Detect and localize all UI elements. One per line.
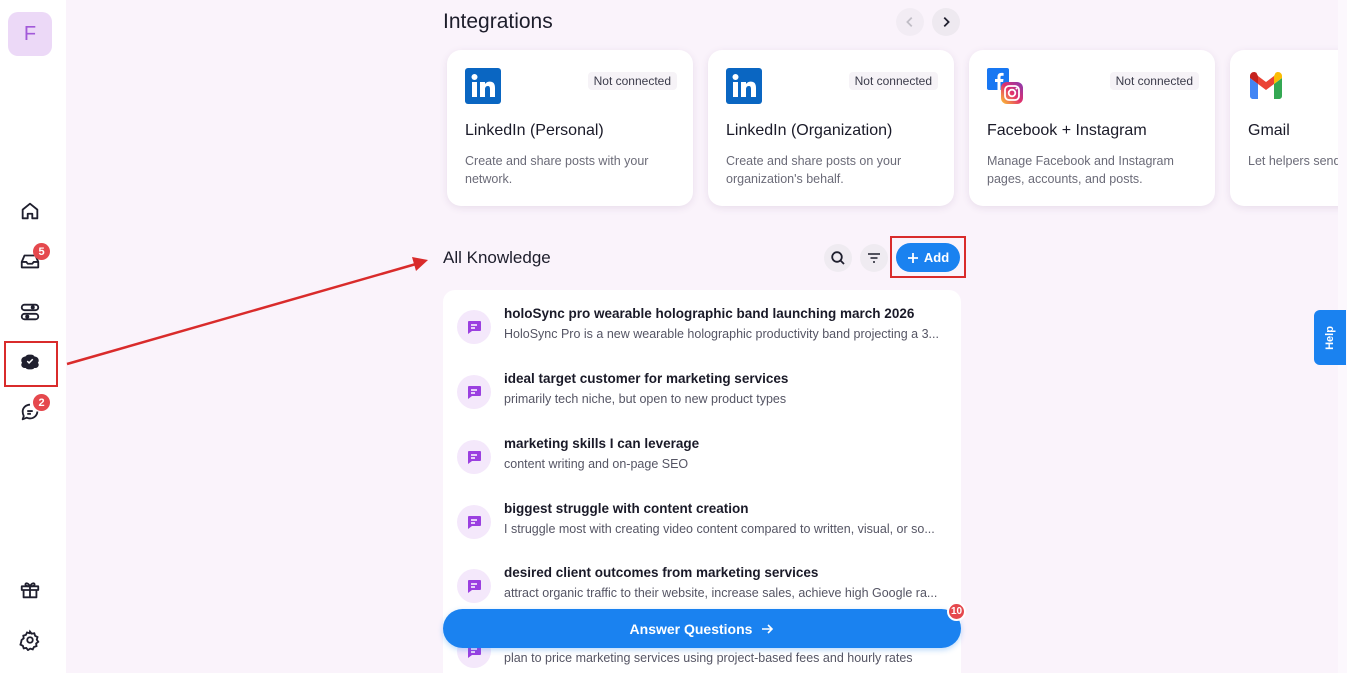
card-description: Manage Facebook and Instagram pages, acc… xyxy=(987,154,1174,186)
knowledge-item-icon xyxy=(457,375,491,409)
filter-button[interactable] xyxy=(860,244,888,272)
nav-gift[interactable] xyxy=(10,570,50,610)
integration-card-gmail[interactable]: Gmail Let helpers send inbox. xyxy=(1230,50,1338,206)
card-title: LinkedIn (Personal) xyxy=(465,122,604,139)
nav-workflows[interactable] xyxy=(10,292,50,332)
message-icon xyxy=(468,321,481,334)
knowledge-item-icon xyxy=(457,310,491,344)
item-title: holoSync pro wearable holographic band l… xyxy=(504,306,915,321)
message-icon xyxy=(468,451,481,464)
item-title: marketing skills I can leverage xyxy=(504,436,700,451)
help-button[interactable]: Help xyxy=(1314,310,1346,365)
item-title: ideal target customer for marketing serv… xyxy=(504,371,789,386)
add-button-label: Add xyxy=(923,250,950,265)
search-icon xyxy=(831,251,845,265)
chat-badge: 2 xyxy=(33,394,50,411)
gift-icon xyxy=(20,582,40,599)
item-subtitle: attract organic traffic to their website… xyxy=(504,586,938,600)
integration-card-facebook-instagram[interactable]: Not connected Facebook + Instagram Manag… xyxy=(969,50,1215,206)
message-icon xyxy=(468,516,481,529)
questions-count-badge: 10 xyxy=(947,602,966,621)
search-button[interactable] xyxy=(824,244,852,272)
knowledge-item-icon xyxy=(457,569,491,603)
nav-inbox[interactable]: 5 xyxy=(10,241,50,281)
carousel-next-button[interactable] xyxy=(932,8,960,36)
integrations-title: Integrations xyxy=(443,10,553,33)
connection-status: Not connected xyxy=(848,72,938,90)
main-content: Integrations Not connected LinkedIn (Per… xyxy=(66,0,1338,673)
knowledge-title: All Knowledge xyxy=(443,248,551,267)
list-item[interactable]: biggest struggle with content creation I… xyxy=(443,487,961,547)
carousel-prev-button[interactable] xyxy=(896,8,924,36)
card-title: Gmail xyxy=(1248,122,1290,139)
gear-icon xyxy=(19,629,40,651)
filter-icon xyxy=(868,253,880,263)
item-subtitle: content writing and on-page SEO xyxy=(504,457,689,471)
list-item[interactable]: marketing skills I can leverage content … xyxy=(443,422,961,482)
connection-status: Not connected xyxy=(587,72,677,90)
add-button[interactable]: Add xyxy=(896,243,960,272)
message-icon xyxy=(468,386,481,399)
home-icon xyxy=(21,202,39,220)
list-item[interactable]: ideal target customer for marketing serv… xyxy=(443,357,961,417)
item-subtitle: plan to price marketing services using p… xyxy=(504,651,913,665)
item-subtitle: I struggle most with creating video cont… xyxy=(504,522,935,536)
nav-chat[interactable]: 2 xyxy=(10,392,50,432)
card-description: Create and share posts with your network… xyxy=(465,154,649,186)
linkedin-icon xyxy=(726,68,762,104)
brain-highlight-box xyxy=(4,341,58,387)
linkedin-icon xyxy=(465,68,501,104)
card-title: LinkedIn (Organization) xyxy=(726,122,893,139)
knowledge-item-icon xyxy=(457,440,491,474)
card-description: Let helpers send inbox. xyxy=(1248,154,1338,168)
integration-card-linkedin-personal[interactable]: Not connected LinkedIn (Personal) Create… xyxy=(447,50,693,206)
integration-card-linkedin-organization[interactable]: Not connected LinkedIn (Organization) Cr… xyxy=(708,50,954,206)
sidebar: F 5 2 xyxy=(0,0,66,673)
arrow-right-icon xyxy=(762,623,774,634)
facebook-instagram-icon xyxy=(987,68,1023,104)
item-title: desired client outcomes from marketing s… xyxy=(504,565,819,580)
item-subtitle: HoloSync Pro is a new wearable holograph… xyxy=(504,327,939,341)
avatar[interactable]: F xyxy=(8,12,52,56)
workflows-icon xyxy=(20,303,40,321)
inbox-badge: 5 xyxy=(33,243,50,260)
item-title: biggest struggle with content creation xyxy=(504,501,749,516)
card-title: Facebook + Instagram xyxy=(987,122,1147,139)
chevron-left-icon xyxy=(906,17,913,27)
chevron-right-icon xyxy=(943,17,950,27)
knowledge-item-icon xyxy=(457,505,491,539)
list-item[interactable]: desired client outcomes from marketing s… xyxy=(443,551,961,611)
card-description: Create and share posts on your organizat… xyxy=(726,154,902,186)
answer-questions-button[interactable]: Answer Questions xyxy=(443,609,961,648)
list-item[interactable]: holoSync pro wearable holographic band l… xyxy=(443,292,961,352)
answer-questions-label: Answer Questions xyxy=(629,620,753,637)
item-subtitle: primarily tech niche, but open to new pr… xyxy=(504,392,787,406)
gmail-icon xyxy=(1250,71,1282,99)
help-label: Help xyxy=(1324,325,1336,350)
nav-settings[interactable] xyxy=(10,620,50,660)
nav-home[interactable] xyxy=(10,191,50,231)
connection-status: Not connected xyxy=(1109,72,1199,90)
plus-icon xyxy=(907,252,918,263)
message-icon xyxy=(468,580,481,593)
